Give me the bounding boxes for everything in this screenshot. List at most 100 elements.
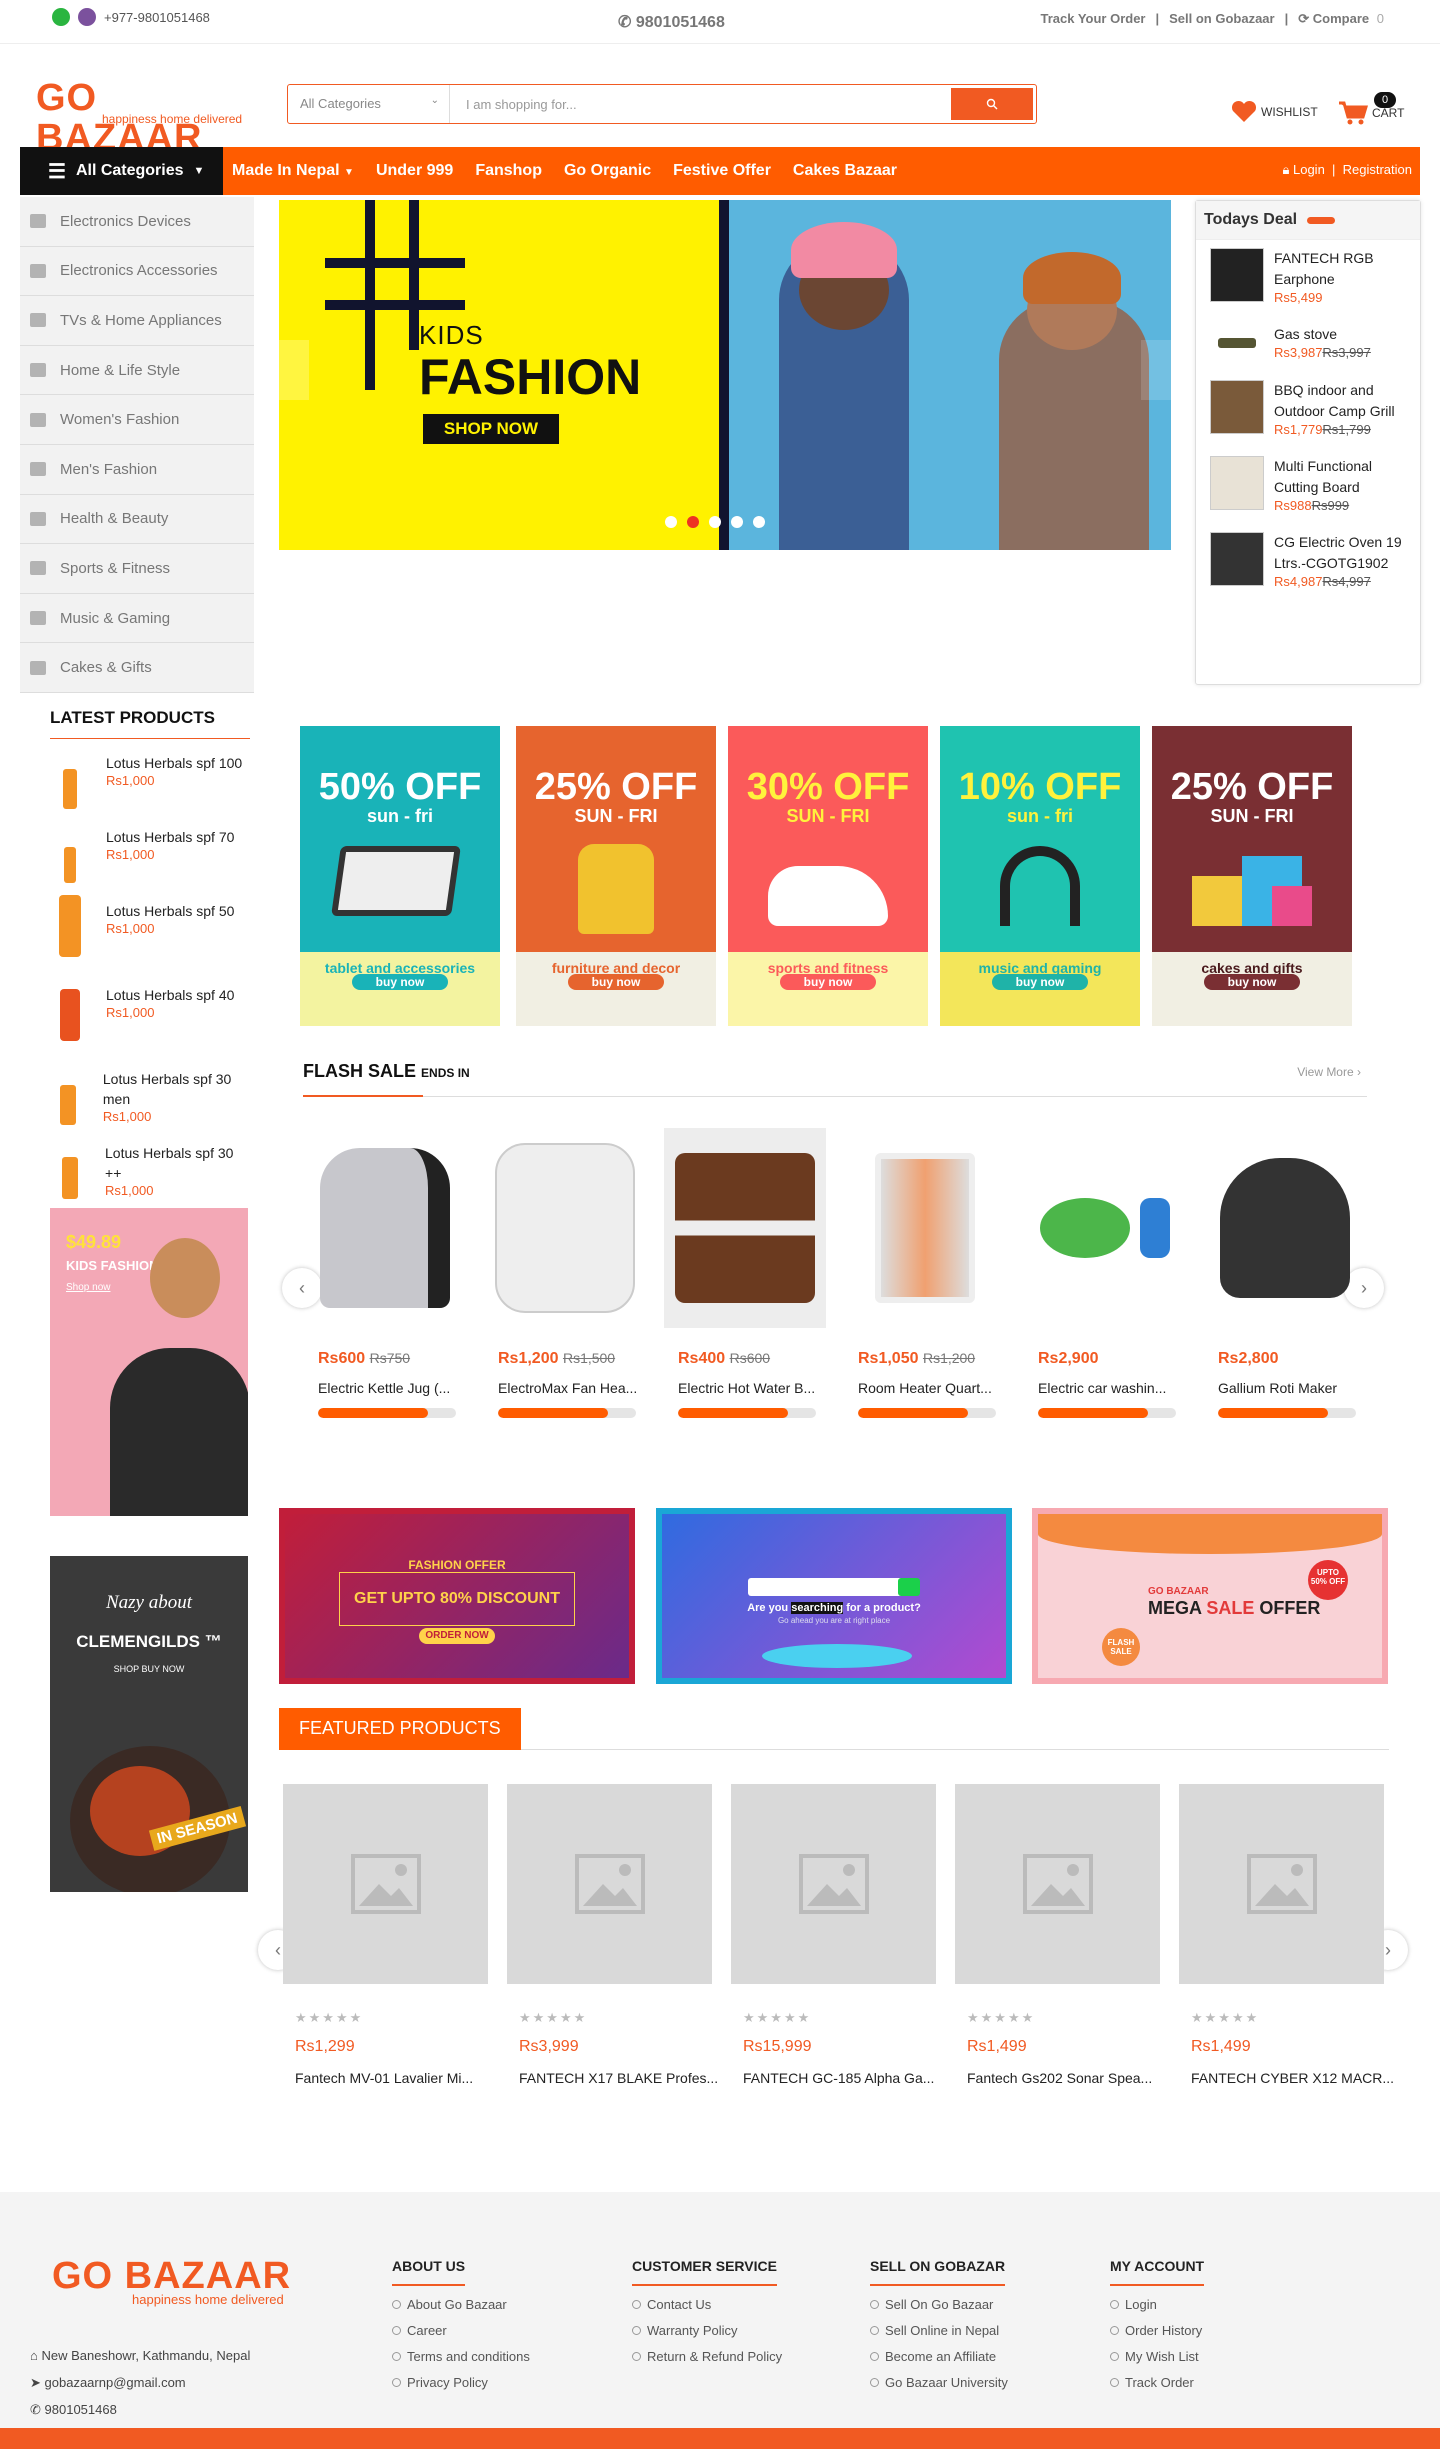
wishlist-link[interactable]: WISHLIST <box>1231 100 1318 124</box>
kids-fashion-ad[interactable]: $49.89 KIDS FASHION Shop now <box>50 1208 248 1516</box>
nav-item-cakes-bazaar[interactable]: Cakes Bazaar <box>793 162 897 180</box>
deal-item[interactable]: Gas stove Rs3,987Rs3,997 <box>1196 316 1420 372</box>
promo-buy-button[interactable]: buy now <box>352 974 448 990</box>
footer-link[interactable]: Privacy Policy <box>392 2375 530 2390</box>
sidebar-item-home-life-style[interactable]: Home & Life Style <box>20 345 254 396</box>
promo-buy-button[interactable]: buy now <box>568 974 664 990</box>
flash-product-card[interactable]: Rs1,050 Rs1,200 Room Heater Quart... <box>844 1128 1006 1418</box>
hero-banner[interactable]: KIDS FASHION SHOP NOW <box>279 200 1171 550</box>
sell-link[interactable]: Sell on Gobazaar <box>1169 11 1274 27</box>
nav-item-made-in-nepal[interactable]: Made In Nepal ▼ <box>232 162 354 180</box>
latest-product-item[interactable]: Lotus Herbals spf 30 men Rs1,000 <box>50 1069 250 1129</box>
fashion-offer-ad[interactable]: FASHION OFFER GET UPTO 80% DISCOUNT ORDE… <box>279 1508 635 1684</box>
latest-product-item[interactable]: Lotus Herbals spf 40 Rs1,000 <box>50 985 250 1055</box>
promo-tile-sports[interactable]: 30% OFF SUN - FRI sports and fitness buy… <box>728 726 928 1026</box>
footer-link[interactable]: My Wish List <box>1110 2349 1204 2364</box>
footer-link[interactable]: Become an Affiliate <box>870 2349 1008 2364</box>
latest-product-item[interactable]: Lotus Herbals spf 100 Rs1,000 <box>50 753 250 813</box>
sidebar-item-cakes-gifts[interactable]: Cakes & Gifts <box>20 643 254 693</box>
deal-item[interactable]: Multi Functional Cutting Board Rs988Rs999 <box>1196 448 1420 524</box>
footer-link[interactable]: Contact Us <box>632 2297 782 2312</box>
all-categories-button[interactable]: ☰ All Categories ▼ <box>20 147 223 195</box>
sidebar-item-womens-fashion[interactable]: Women's Fashion <box>20 395 254 445</box>
track-order-link[interactable]: Track Your Order <box>1040 11 1145 27</box>
footer-link[interactable]: Career <box>392 2323 530 2338</box>
category-select[interactable]: All Categories ⌄ <box>288 85 450 123</box>
footer-link[interactable]: Sell On Go Bazaar <box>870 2297 1008 2312</box>
clemengilds-ad[interactable]: Nazy about CLEMENGILDS ™ SHOP BUY NOW IN… <box>50 1556 248 1892</box>
promo-tile-music[interactable]: 10% OFF sun - fri music and gaming buy n… <box>940 726 1140 1026</box>
carousel-dot[interactable] <box>665 516 677 528</box>
featured-product-card[interactable]: ★★★★★ Rs3,999 FANTECH X17 BLAKE Profes..… <box>507 1784 718 2086</box>
nav-item-go-organic[interactable]: Go Organic <box>564 162 651 180</box>
carousel-dot[interactable] <box>731 516 743 528</box>
latest-product-item[interactable]: Lotus Herbals spf 50 Rs1,000 <box>50 895 250 971</box>
compare-link[interactable]: ⟳ Compare 0 <box>1298 11 1384 27</box>
site-logo[interactable]: GO BAZAAR happiness home delivered <box>36 78 246 158</box>
nav-item-under-999[interactable]: Under 999 <box>376 162 453 180</box>
login-link[interactable]: Login <box>1293 162 1325 177</box>
banner-cta[interactable]: SHOP NOW <box>423 414 559 444</box>
mega-sale-ad[interactable]: GO BAZAAR MEGA SALE OFFER UPTO 50% OFF F… <box>1032 1508 1388 1684</box>
sidebar-item-sports-fitness[interactable]: Sports & Fitness <box>20 544 254 594</box>
footer-link[interactable]: Return & Refund Policy <box>632 2349 782 2364</box>
search-product-ad[interactable]: Are you searching for a product? Go ahea… <box>656 1508 1012 1684</box>
sidebar-item-mens-fashion[interactable]: Men's Fashion <box>20 444 254 495</box>
nav-item-festive-offer[interactable]: Festive Offer <box>673 162 771 180</box>
carousel-dot-active[interactable] <box>687 516 699 528</box>
cart-link[interactable]: 0 CART <box>1338 92 1404 126</box>
sidebar-item-health-beauty[interactable]: Health & Beauty <box>20 494 254 545</box>
featured-product-card[interactable]: ★★★★★ Rs15,999 FANTECH GC-185 Alpha Ga..… <box>731 1784 936 2086</box>
kids-ad-link[interactable]: Shop now <box>66 1282 110 1293</box>
nav-item-fanshop[interactable]: Fanshop <box>475 162 542 180</box>
deal-item[interactable]: FANTECH RGB Earphone Rs5,499 <box>1196 240 1420 316</box>
flash-product-card[interactable]: Rs1,200 Rs1,500 ElectroMax Fan Hea... <box>484 1128 646 1418</box>
promo-tile-furniture[interactable]: 25% OFF SUN - FRI furniture and decor bu… <box>516 726 716 1026</box>
promo-buy-button[interactable]: buy now <box>1204 974 1300 990</box>
registration-link[interactable]: Registration <box>1343 162 1412 177</box>
footer-link[interactable]: Order History <box>1110 2323 1204 2338</box>
promo-tile-tablet[interactable]: 50% OFF sun - fri tablet and accessories… <box>300 726 500 1026</box>
latest-product-item[interactable]: Lotus Herbals spf 30 ++ Rs1,000 <box>50 1143 250 1203</box>
flash-product-card[interactable]: Rs600 Rs750 Electric Kettle Jug (... <box>304 1128 466 1418</box>
sidebar-item-music-gaming[interactable]: Music & Gaming <box>20 593 254 644</box>
footer-link[interactable]: Warranty Policy <box>632 2323 782 2338</box>
sidebar-item-tvs-home-appliances[interactable]: TVs & Home Appliances <box>20 296 254 346</box>
latest-product-item[interactable]: Lotus Herbals spf 70 Rs1,000 <box>50 827 250 887</box>
carousel-dot[interactable] <box>709 516 721 528</box>
flash-product-card[interactable]: Rs2,800 Gallium Roti Maker <box>1204 1128 1366 1418</box>
footer-col-service: CUSTOMER SERVICE Contact Us Warranty Pol… <box>632 2258 782 2364</box>
ad1-order-button[interactable]: ORDER NOW <box>419 1628 495 1644</box>
flash-product-card[interactable]: Rs400 Rs600 Electric Hot Water B... <box>664 1128 826 1418</box>
device-icon <box>30 214 46 229</box>
footer-link[interactable]: Sell Online in Nepal <box>870 2323 1008 2338</box>
footer-link[interactable]: Track Order <box>1110 2375 1204 2390</box>
footer-phone[interactable]: ✆ 9801051468 <box>30 2396 250 2423</box>
footer-logo[interactable]: GO BAZAAR happiness home delivered <box>52 2256 312 2307</box>
promo-buy-button[interactable]: buy now <box>780 974 876 990</box>
view-more-link[interactable]: View More › <box>1297 1065 1361 1079</box>
featured-product-card[interactable]: ★★★★★ Rs1,499 Fantech Gs202 Sonar Spea..… <box>955 1784 1160 2086</box>
search-button[interactable] <box>951 88 1033 120</box>
footer-link[interactable]: Login <box>1110 2297 1204 2312</box>
footer-email[interactable]: ➤ gobazaarnp@gmail.com <box>30 2369 250 2396</box>
whatsapp-icon[interactable] <box>52 8 70 26</box>
search-input[interactable]: I am shopping for... <box>450 85 948 123</box>
footer-col-title: ABOUT US <box>392 2258 466 2286</box>
footer-link[interactable]: Terms and conditions <box>392 2349 530 2364</box>
viber-icon[interactable] <box>78 8 96 26</box>
featured-product-card[interactable]: ★★★★★ Rs1,499 FANTECH CYBER X12 MACR... <box>1179 1784 1394 2086</box>
deal-item[interactable]: BBQ indoor and Outdoor Camp Grill Rs1,779… <box>1196 372 1420 448</box>
sidebar-item-electronics-accessories[interactable]: Electronics Accessories <box>20 246 254 297</box>
featured-product-card[interactable]: ★★★★★ Rs1,299 Fantech MV-01 Lavalier Mi.… <box>283 1784 488 2086</box>
deal-item[interactable]: CG Electric Oven 19 Ltrs.-CGOTG1902 Rs4,9… <box>1196 524 1420 600</box>
banner-prev-button[interactable] <box>279 340 309 400</box>
carousel-dot[interactable] <box>753 516 765 528</box>
sidebar-item-electronics-devices[interactable]: Electronics Devices <box>20 197 254 247</box>
promo-tile-cakes[interactable]: 25% OFF SUN - FRI cakes and gifts buy no… <box>1152 726 1352 1026</box>
footer-link[interactable]: About Go Bazaar <box>392 2297 530 2312</box>
banner-next-button[interactable] <box>1141 340 1171 400</box>
promo-buy-button[interactable]: buy now <box>992 974 1088 990</box>
flash-product-card[interactable]: Rs2,900 Electric car washin... <box>1024 1128 1186 1418</box>
footer-link[interactable]: Go Bazaar University <box>870 2375 1008 2390</box>
